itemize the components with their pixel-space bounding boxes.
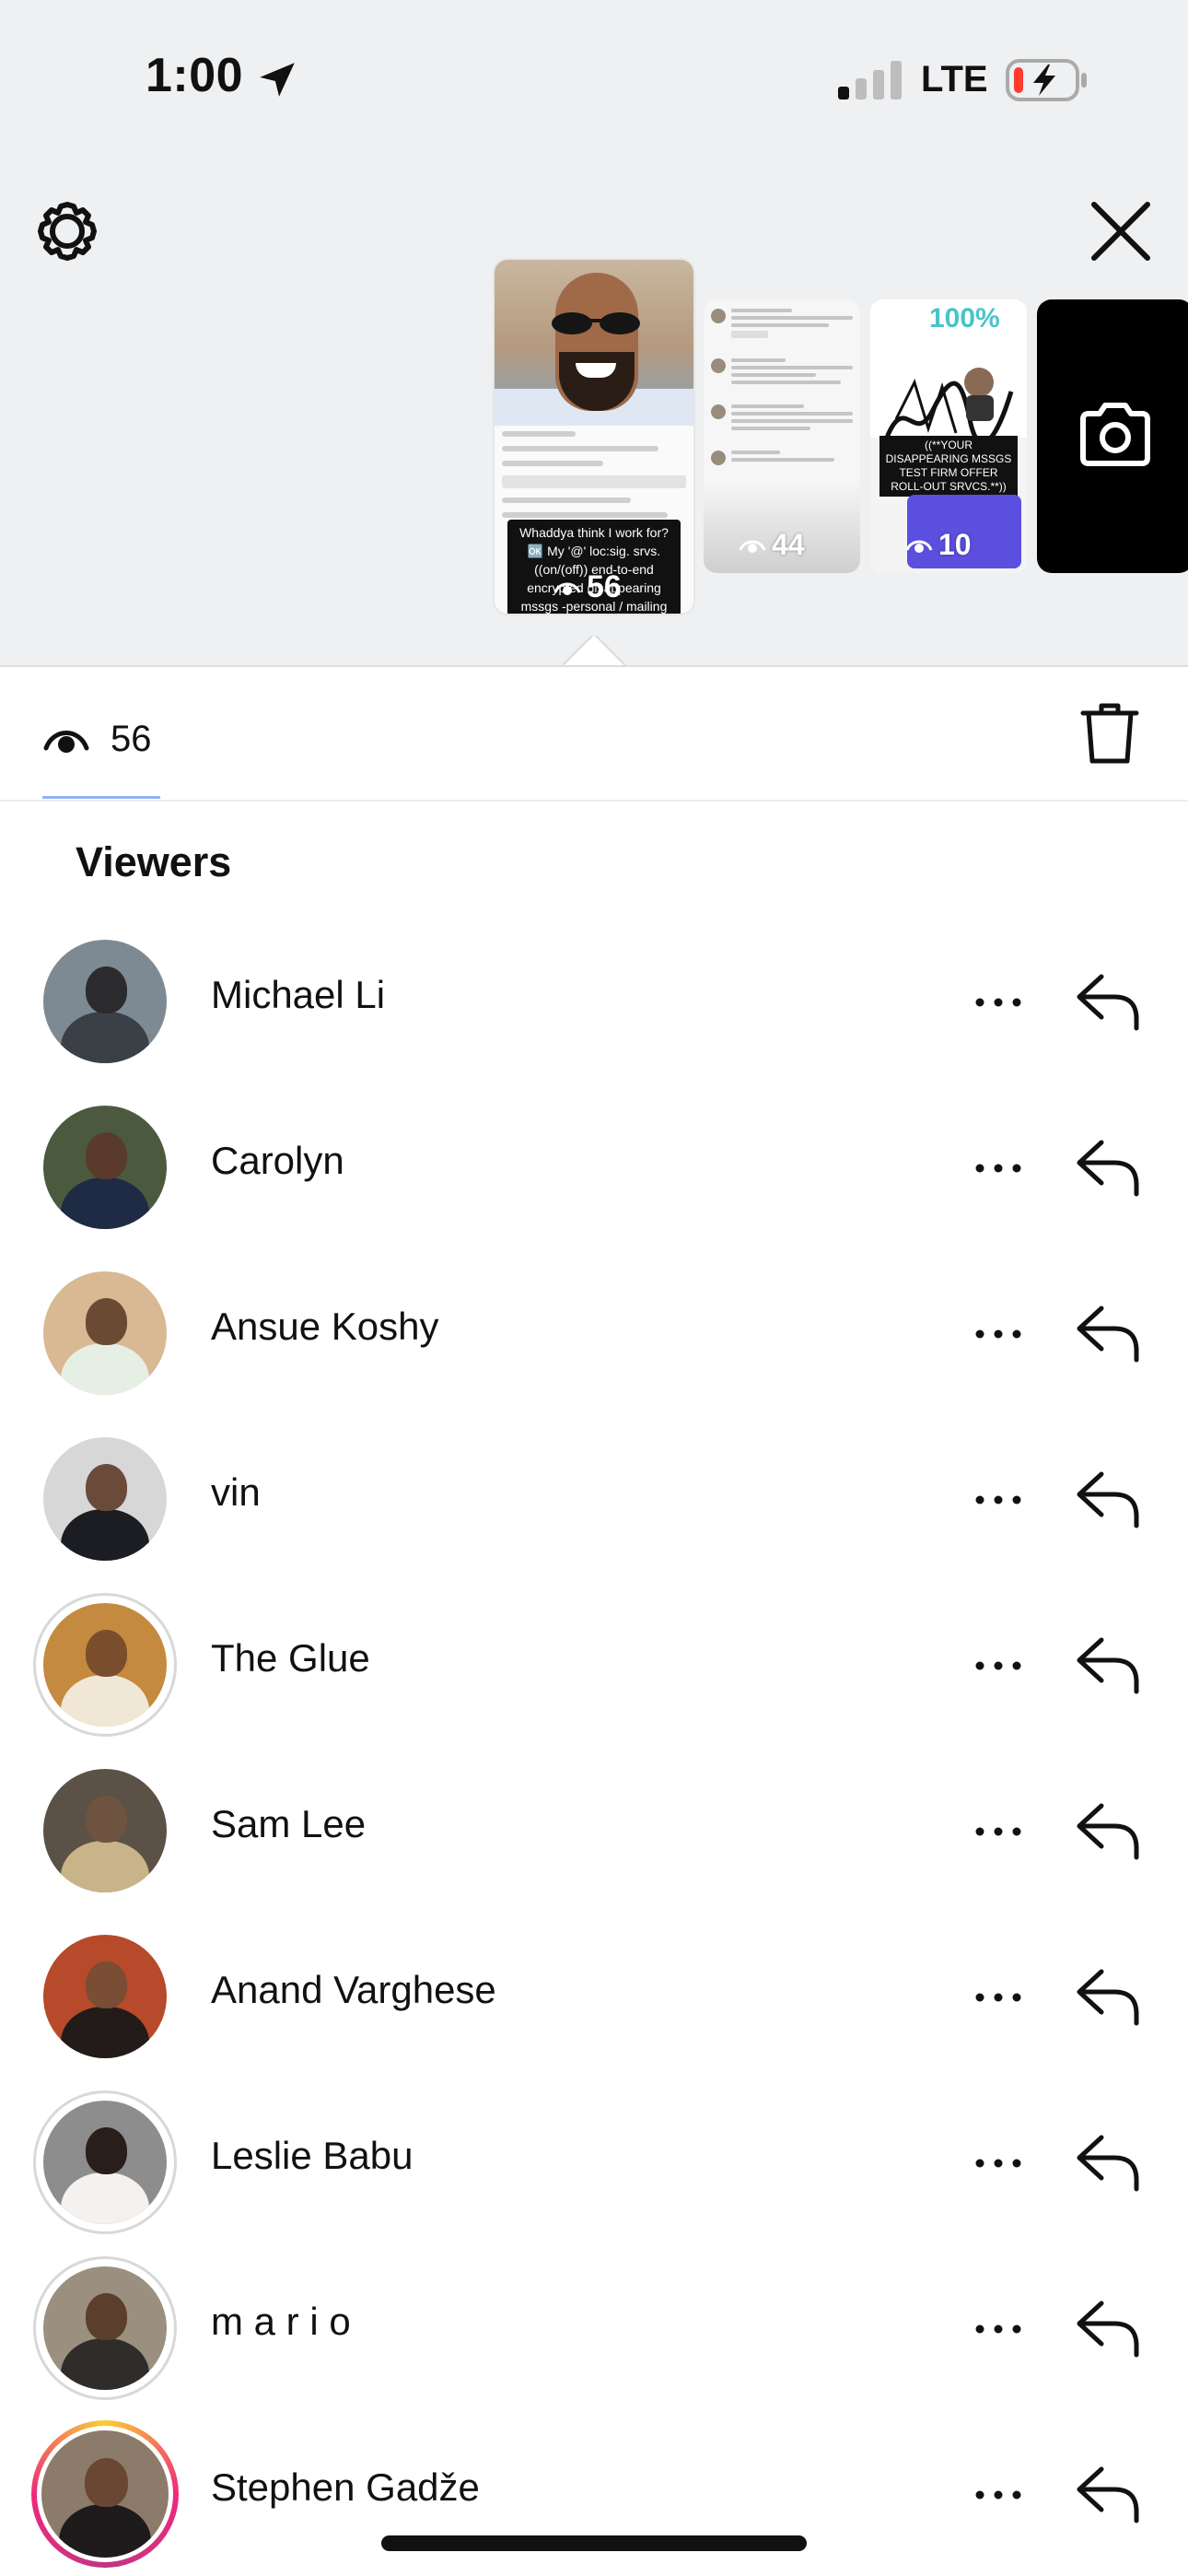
signal-icon [838,61,902,100]
avatar [43,1935,167,2058]
viewer-row[interactable]: Michael Li [0,921,1188,1087]
more-icon[interactable] [971,1148,1026,1188]
avatar-ring[interactable] [33,2256,177,2400]
story-view-count-value: 44 [772,528,805,561]
viewer-row[interactable]: m a r i o [0,2248,1188,2414]
more-icon[interactable] [971,1645,1026,1686]
avatar-ring[interactable] [43,1106,167,1229]
viewer-row[interactable]: Ansue Koshy [0,1253,1188,1419]
close-icon[interactable] [1087,197,1155,265]
story-view-count-value: 56 [587,569,622,604]
story-view-count: 56 [553,569,622,605]
viewer-name[interactable]: Ansue Koshy [211,1305,439,1349]
reply-icon[interactable] [1074,1135,1144,1198]
story-selfie-image [495,260,693,426]
tab-active-indicator [42,796,160,799]
viewer-name[interactable]: Leslie Babu [211,2134,413,2178]
viewer-name[interactable]: Michael Li [211,973,385,1017]
avatar [43,1769,167,1892]
more-icon[interactable] [971,2475,1026,2515]
avatar [43,1271,167,1395]
more-icon[interactable] [971,1314,1026,1354]
viewer-name[interactable]: m a r i o [211,2300,351,2344]
viewers-heading: Viewers [76,838,232,885]
story-screenshot-text [711,309,853,482]
battery-icon [1006,59,1087,101]
home-indicator [381,2535,807,2551]
avatar-ring[interactable] [43,1437,167,1561]
add-story-camera-button[interactable] [1037,299,1188,573]
selection-pointer [563,636,625,667]
more-icon[interactable] [971,982,1026,1023]
viewer-row[interactable]: Leslie Babu [0,2082,1188,2248]
story-percent-sticker: 100% [929,303,1000,334]
network-type: LTE [921,59,988,100]
viewer-row[interactable]: The Glue [0,1585,1188,1751]
story-header: 1:00 LTE Whaddya think I work for? 🆗 My … [0,0,1188,667]
viewer-list: Michael Li Carolyn Ansue Koshy vin The Glue S… [0,921,1188,2576]
viewer-name[interactable]: Sam Lee [211,1802,366,1846]
reply-icon[interactable] [1074,1467,1144,1529]
viewer-name[interactable]: vin [211,1470,261,1515]
views-count: 56 [111,718,152,759]
more-icon[interactable] [971,2143,1026,2184]
reply-icon[interactable] [1074,969,1144,1032]
viewer-row[interactable]: Anand Varghese [0,1916,1188,2082]
eye-icon [905,540,933,553]
avatar-ring[interactable] [31,2420,179,2568]
story-thumbnail-selected[interactable]: Whaddya think I work for? 🆗 My '@' loc:s… [495,260,693,614]
more-icon[interactable] [971,2309,1026,2349]
avatar-ring[interactable] [33,2090,177,2234]
gear-icon[interactable] [33,197,101,265]
viewer-row[interactable]: Sam Lee [0,1751,1188,1916]
avatar [43,2266,167,2390]
reply-icon[interactable] [1074,1964,1144,2027]
avatar-ring[interactable] [43,1271,167,1395]
tab-views[interactable]: 56 [42,711,152,767]
viewer-row[interactable]: vin [0,1419,1188,1585]
avatar [43,2101,167,2224]
status-bar: 1:00 LTE [0,0,1188,161]
eye-icon [553,582,581,595]
viewer-name[interactable]: Stephen Gadže [211,2465,480,2510]
viewer-row[interactable]: Stephen Gadže [0,2414,1188,2576]
reply-icon[interactable] [1074,2296,1144,2359]
avatar-ring[interactable] [43,940,167,1063]
viewer-name[interactable]: The Glue [211,1636,370,1680]
viewer-tab-bar: 56 [0,665,1188,802]
trash-icon[interactable] [1079,700,1140,767]
avatar-ring[interactable] [33,1593,177,1737]
reply-icon[interactable] [1074,1633,1144,1695]
viewer-name[interactable]: Carolyn [211,1139,344,1183]
more-icon[interactable] [971,1977,1026,2018]
avatar-ring[interactable] [43,1935,167,2058]
avatar [43,1437,167,1561]
story-view-count-value: 10 [938,528,972,561]
reply-icon[interactable] [1074,1798,1144,1861]
reply-icon[interactable] [1074,2130,1144,2193]
story-thumbnail[interactable]: 100% ((**YOUR DISAPPEARING MSSGS TEST FI… [870,299,1027,573]
reply-icon[interactable] [1074,1301,1144,1364]
avatar [37,2426,173,2562]
more-icon[interactable] [971,1480,1026,1520]
story-view-count: 44 [739,528,805,562]
status-time: 1:00 [146,49,244,102]
avatar-ring[interactable] [43,1769,167,1892]
location-arrow-icon [260,63,295,97]
story-banner-text: ((**YOUR DISAPPEARING MSSGS TEST FIRM OF… [879,436,1018,497]
more-icon[interactable] [971,1811,1026,1852]
avatar [43,940,167,1063]
story-thumbnail[interactable]: 44 [704,299,860,573]
camera-icon [1080,403,1150,466]
avatar [43,1603,167,1727]
viewer-name[interactable]: Anand Varghese [211,1968,496,2012]
eye-icon [43,731,89,753]
reply-icon[interactable] [1074,2462,1144,2524]
avatar [43,1106,167,1229]
eye-icon [739,540,766,553]
viewer-row[interactable]: Carolyn [0,1087,1188,1253]
story-view-count: 10 [905,528,972,562]
story-screenshot-text [502,431,686,527]
